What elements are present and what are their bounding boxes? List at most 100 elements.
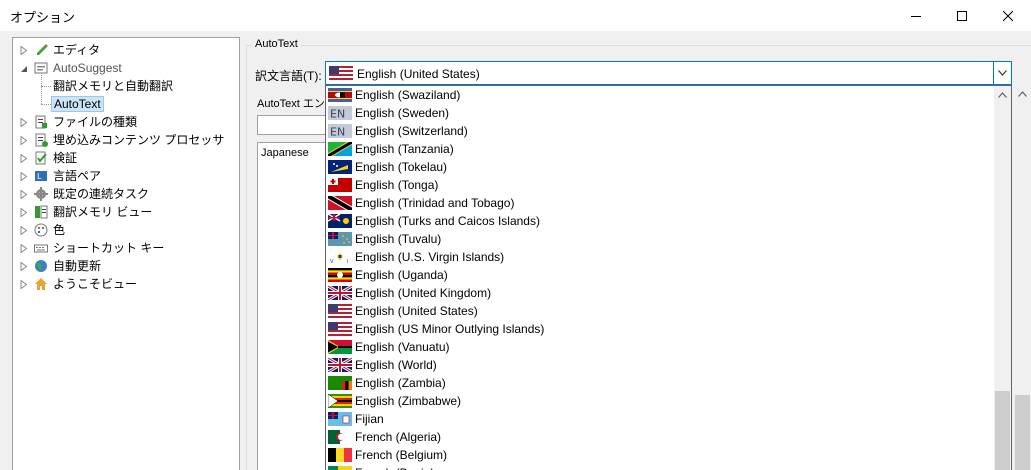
expand-arrow-icon[interactable] xyxy=(19,136,28,145)
combo-dropdown-button[interactable] xyxy=(993,62,1011,84)
chevron-expanded-icon xyxy=(20,65,27,72)
dropdown-item[interactable]: English (Turks and Caicos Islands) xyxy=(326,212,993,230)
tree-connector xyxy=(41,75,42,86)
dropdown-item[interactable]: English (United States) xyxy=(326,302,993,320)
tree-item[interactable]: 既定の連続タスク xyxy=(13,185,239,203)
uk-flag-icon xyxy=(327,284,353,302)
dropdown-item[interactable]: English (United Kingdom) xyxy=(326,284,993,302)
turks-caicos-flag-icon xyxy=(327,213,352,231)
dropdown-item[interactable]: English (Tokelau) xyxy=(326,158,993,176)
autotext-entry-list[interactable]: Japanese xyxy=(257,142,327,470)
dropdown-item-label: English (Tanzania) xyxy=(355,142,454,156)
tree-item[interactable]: 埋め込みコンテンツ プロセッサ xyxy=(13,131,239,149)
home-icon xyxy=(35,278,47,290)
expand-arrow-icon[interactable] xyxy=(19,190,28,199)
autotext-entries-label: AutoText エントリ xyxy=(257,98,327,110)
chevron-right-icon xyxy=(20,118,27,127)
uk-flag-icon xyxy=(327,356,353,374)
options-tree[interactable]: エディタ AutoSuggest 翻訳メモリと自動翻訳 AutoText ファイルの種類… xyxy=(12,37,240,470)
list-item[interactable]: Japanese xyxy=(261,147,309,159)
tm-view-icon xyxy=(34,205,48,219)
dropdown-item[interactable]: EN English (Switzerland) xyxy=(326,122,993,140)
dropdown-item[interactable]: French (Benin) xyxy=(326,464,993,470)
chevron-right-icon xyxy=(20,46,27,55)
target-language-label: 訳文言語(T): xyxy=(255,69,322,83)
vanuatu-flag-icon xyxy=(328,340,352,357)
close-button[interactable] xyxy=(985,0,1031,31)
dropdown-item[interactable]: French (Algeria) xyxy=(326,428,993,446)
benin-flag-icon xyxy=(328,466,352,470)
scroll-thumb[interactable] xyxy=(995,391,1010,470)
embedded-processor-icon xyxy=(35,133,48,147)
tree-item[interactable]: ショートカット キー xyxy=(13,239,239,257)
chevron-right-icon xyxy=(20,208,27,217)
tree-item[interactable]: 翻訳メモリ ビュー xyxy=(13,203,239,221)
tree-item-label: AutoText xyxy=(51,96,104,112)
minimize-button[interactable] xyxy=(893,0,939,31)
gear-icon xyxy=(34,187,48,201)
collapse-arrow-icon[interactable] xyxy=(19,64,28,73)
minimize-icon xyxy=(911,15,921,17)
dropdown-item[interactable]: V I English (U.S. Virgin Islands) xyxy=(326,248,993,266)
dropdown-item[interactable]: English (Vanuatu) xyxy=(326,338,993,356)
dropdown-item[interactable]: English (Swaziland) xyxy=(326,86,993,104)
dropdown-item[interactable]: English (Zambia) xyxy=(326,374,993,392)
autotext-entry-input[interactable] xyxy=(257,115,327,135)
panel-scroll-up-button[interactable] xyxy=(1014,85,1031,102)
zimbabwe-flag-icon xyxy=(327,393,352,409)
panel-scrollbar[interactable] xyxy=(1014,85,1031,470)
expand-arrow-icon[interactable] xyxy=(19,118,28,127)
dropdown-item[interactable]: EN English (Sweden) xyxy=(326,104,993,122)
tree-item-label: 埋め込みコンテンツ プロセッサ xyxy=(53,133,225,147)
dropdown-item-label: English (Sweden) xyxy=(355,106,450,120)
chevron-up-icon xyxy=(1018,90,1027,97)
scroll-up-button[interactable] xyxy=(994,86,1011,103)
expand-arrow-icon[interactable] xyxy=(19,226,28,235)
dropdown-item[interactable]: English (US Minor Outlying Islands) xyxy=(326,320,993,338)
expand-arrow-icon[interactable] xyxy=(19,154,28,163)
dropdown-item[interactable]: English (Trinidad and Tobago) xyxy=(326,193,993,213)
embedded-processor-icon xyxy=(34,133,48,147)
dropdown-item[interactable]: English (Zimbabwe) xyxy=(326,392,993,410)
tuvalu-flag-icon xyxy=(328,232,352,246)
dropdown-item[interactable]: Fijian xyxy=(326,410,993,428)
dropdown-item[interactable]: English (World) xyxy=(326,356,993,374)
tree-item[interactable]: L 言語ペア xyxy=(13,167,239,185)
dropdown-item[interactable]: English (Tanzania) xyxy=(326,139,993,159)
dropdown-item-label: English (United States) xyxy=(355,304,478,318)
maximize-button[interactable] xyxy=(939,0,985,31)
tree-connector xyxy=(41,104,51,105)
tuvalu-flag-icon xyxy=(328,232,352,249)
dropdown-item-label: Fijian xyxy=(355,412,384,426)
dropdown-scrollbar[interactable] xyxy=(994,86,1011,470)
tree-item[interactable]: ようこそビュー xyxy=(13,275,239,293)
dropdown-item[interactable]: English (Uganda) xyxy=(326,266,993,284)
tree-item[interactable]: 自動更新 xyxy=(13,257,239,275)
tree-item[interactable]: エディタ xyxy=(13,41,239,59)
expand-arrow-icon[interactable] xyxy=(19,172,28,181)
algeria-flag-icon xyxy=(328,430,352,447)
tree-item[interactable]: 検証 xyxy=(13,149,239,167)
chevron-right-icon xyxy=(20,226,27,235)
tree-item-label: エディタ xyxy=(53,43,101,57)
tree-item[interactable]: AutoSuggest xyxy=(13,59,239,77)
expand-arrow-icon[interactable] xyxy=(19,46,28,55)
expand-arrow-icon[interactable] xyxy=(19,280,28,289)
dropdown-item[interactable]: French (Belgium) xyxy=(326,446,993,464)
tree-item[interactable]: 色 xyxy=(13,221,239,239)
tree-item[interactable]: AutoText xyxy=(13,86,239,113)
dropdown-item[interactable]: English (Tonga) xyxy=(326,176,993,194)
target-language-combo[interactable]: English (United States) xyxy=(325,61,1012,85)
dropdown-item-label: English (Turks and Caicos Islands) xyxy=(355,214,540,228)
expand-arrow-icon[interactable] xyxy=(19,244,28,253)
chevron-right-icon xyxy=(20,190,27,199)
tree-item[interactable]: ファイルの種類 xyxy=(13,113,239,131)
dropdown-item[interactable]: English (Tuvalu) xyxy=(326,230,993,248)
panel-scroll-thumb[interactable] xyxy=(1015,395,1030,470)
expand-arrow-icon[interactable] xyxy=(19,208,28,217)
tree-item[interactable]: 翻訳メモリと自動翻訳 xyxy=(13,75,239,95)
chevron-right-icon xyxy=(20,154,27,163)
expand-arrow-icon[interactable] xyxy=(19,262,28,271)
tree-connector xyxy=(41,86,42,104)
language-dropdown-list[interactable]: English (Swaziland) EN English (Sweden) EN E… xyxy=(325,85,1012,470)
